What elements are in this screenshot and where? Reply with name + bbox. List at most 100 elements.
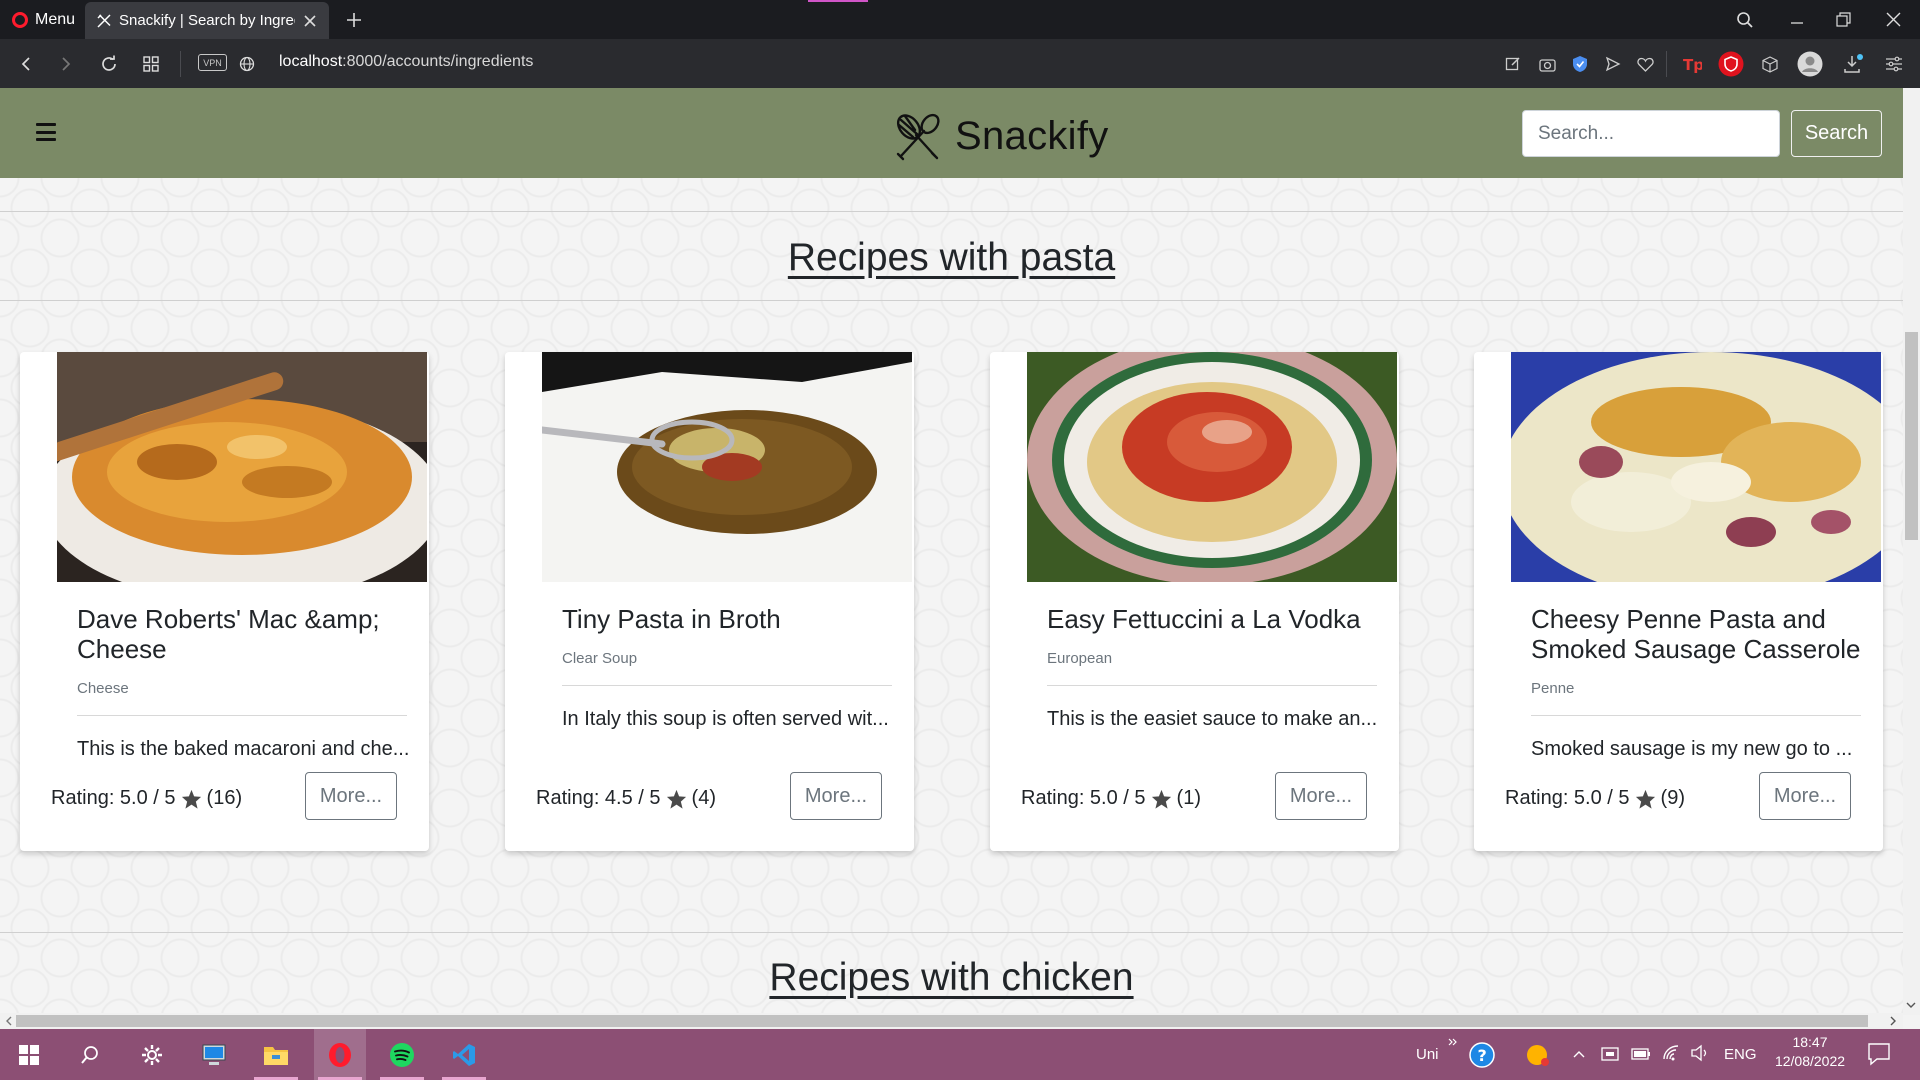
- recipe-title[interactable]: Tiny Pasta in Broth: [562, 604, 897, 634]
- browser-tab-bar: Menu Snackify | Search by Ingredients: [0, 0, 1920, 39]
- card-divider: [77, 715, 407, 716]
- recipe-title[interactable]: Easy Fettuccini a La Vodka: [1047, 604, 1382, 634]
- easy-setup-icon[interactable]: [1881, 51, 1907, 77]
- rating-text: Rating: 5.0 / 5: [1021, 787, 1146, 809]
- translate-tp-icon[interactable]: Tp: [1679, 51, 1705, 77]
- windows-start-icon[interactable]: [3, 1029, 55, 1080]
- browser-tab-active[interactable]: Snackify | Search by Ingredients: [85, 2, 330, 39]
- snackify-favicon-icon: [95, 12, 113, 30]
- recipe-tag: Penne: [1531, 680, 1575, 697]
- back-arrow-icon[interactable]: [12, 39, 40, 88]
- tab-close-icon[interactable]: [301, 12, 319, 30]
- rating-count: (4): [691, 787, 716, 809]
- scroll-down-arrow-icon[interactable]: [1906, 1000, 1916, 1010]
- download-icon[interactable]: [1840, 51, 1866, 77]
- url-path: :8000/accounts/ingredients: [342, 53, 534, 70]
- whisk-spoon-logo-icon: [896, 113, 940, 161]
- shield-check-icon[interactable]: [1567, 51, 1593, 77]
- tab-search-icon[interactable]: [1730, 0, 1760, 39]
- tray-overflow-chevron-icon[interactable]: [1572, 1047, 1586, 1061]
- recipe-card[interactable]: Dave Roberts' Mac &amp; Cheese Cheese Th…: [20, 352, 429, 851]
- section-title-pasta: Recipes with pasta: [787, 236, 1116, 279]
- vpn-badge-icon[interactable]: VPN: [198, 54, 227, 71]
- cube-extension-icon[interactable]: [1757, 51, 1783, 77]
- rating-text: Rating: 5.0 / 5: [1505, 787, 1630, 809]
- restore-icon[interactable]: [1820, 0, 1866, 39]
- url-host: localhost: [279, 53, 343, 70]
- recipe-image-pasta-broth[interactable]: [542, 352, 912, 582]
- site-info-globe-icon[interactable]: [236, 39, 258, 88]
- tab-loading-indicator: [808, 0, 868, 2]
- rating-text: Rating: 4.5 / 5: [536, 787, 661, 809]
- search-button[interactable]: Search: [1791, 110, 1882, 157]
- recipe-image-mac-cheese[interactable]: [57, 352, 427, 582]
- recipe-image-fettuccini-vodka[interactable]: [1027, 352, 1397, 582]
- opera-menu-button[interactable]: Menu: [0, 0, 85, 39]
- windows-taskbar: Uni ? ENG 18:47 12/08/2022: [0, 1029, 1920, 1080]
- scroll-left-arrow-icon[interactable]: [4, 1016, 14, 1026]
- recipe-title[interactable]: Dave Roberts' Mac &amp; Cheese: [77, 604, 412, 664]
- tab-title: Snackify | Search by Ingredients: [119, 12, 295, 29]
- device-tray-icon[interactable]: [1601, 1045, 1619, 1063]
- url-field[interactable]: localhost:8000/accounts/ingredients: [279, 53, 533, 71]
- recipe-card[interactable]: Tiny Pasta in Broth Clear Soup In Italy …: [505, 352, 914, 851]
- recipe-rating: Rating: 5.0 / 5 (16): [51, 787, 242, 810]
- browser-address-bar: VPN localhost:8000/accounts/ingredients …: [0, 39, 1920, 88]
- volume-icon[interactable]: [1690, 1044, 1710, 1062]
- more-button[interactable]: More...: [305, 772, 397, 820]
- new-tab-plus-icon[interactable]: [337, 3, 371, 37]
- profile-avatar-icon[interactable]: [1797, 51, 1823, 77]
- tray-label[interactable]: Uni: [1416, 1046, 1439, 1063]
- card-divider: [562, 685, 892, 686]
- double-chevron-icon[interactable]: [1448, 1037, 1458, 1047]
- snapshot-edit-icon[interactable]: [1500, 51, 1526, 77]
- notifications-icon[interactable]: [1867, 1042, 1891, 1066]
- clock[interactable]: 18:47 12/08/2022: [1768, 1034, 1852, 1069]
- minimize-icon[interactable]: [1774, 0, 1820, 39]
- adblock-shield-icon[interactable]: [1718, 51, 1744, 77]
- recipe-rating: Rating: 5.0 / 5 (1): [1021, 787, 1201, 810]
- horizontal-scrollbar-thumb[interactable]: [16, 1015, 1868, 1027]
- recipe-card[interactable]: Cheesy Penne Pasta and Smoked Sausage Ca…: [1474, 352, 1883, 851]
- site-navbar: Snackify Search: [0, 88, 1903, 178]
- tab-grid-icon[interactable]: [137, 39, 165, 88]
- opera-taskbar-icon[interactable]: [314, 1029, 366, 1080]
- vertical-scrollbar-thumb[interactable]: [1905, 332, 1918, 540]
- scroll-right-arrow-icon[interactable]: [1888, 1016, 1898, 1026]
- search-input[interactable]: [1522, 110, 1780, 157]
- heart-bookmark-icon[interactable]: [1632, 51, 1658, 77]
- brand-logo[interactable]: Snackify: [891, 110, 1109, 162]
- recipe-image-penne-sausage[interactable]: [1511, 352, 1881, 582]
- clock-time: 18:47: [1792, 1034, 1828, 1050]
- close-window-icon[interactable]: [1866, 0, 1920, 39]
- file-explorer-icon[interactable]: [250, 1029, 302, 1080]
- vscode-icon[interactable]: [438, 1029, 490, 1080]
- recipe-tag: Cheese: [77, 680, 129, 697]
- camera-icon[interactable]: [1534, 51, 1560, 77]
- vertical-scrollbar-track[interactable]: [1903, 88, 1920, 1015]
- menu-label: Menu: [35, 10, 76, 28]
- taskbar-search-icon[interactable]: [64, 1029, 116, 1080]
- recipe-description: In Italy this soup is often served wit..…: [562, 708, 889, 730]
- star-icon: [181, 789, 201, 809]
- recipe-title[interactable]: Cheesy Penne Pasta and Smoked Sausage Ca…: [1531, 604, 1866, 664]
- orange-app-tray-icon[interactable]: [1518, 1029, 1558, 1080]
- forward-arrow-icon[interactable]: [52, 39, 80, 88]
- recipe-card[interactable]: Easy Fettuccini a La Vodka European This…: [990, 352, 1399, 851]
- reload-icon[interactable]: [95, 39, 123, 88]
- spotify-icon[interactable]: [376, 1029, 428, 1080]
- settings-gear-icon[interactable]: [126, 1029, 178, 1080]
- more-button[interactable]: More...: [790, 772, 882, 820]
- opera-logo-icon: [12, 11, 28, 28]
- remote-desktop-icon[interactable]: [188, 1029, 240, 1080]
- wifi-icon[interactable]: [1662, 1044, 1682, 1062]
- section-divider: [0, 932, 1903, 933]
- hamburger-menu-icon[interactable]: [36, 123, 56, 141]
- send-arrow-icon[interactable]: [1600, 51, 1626, 77]
- toolbar-divider: [180, 51, 181, 77]
- language-indicator[interactable]: ENG: [1724, 1046, 1757, 1063]
- more-button[interactable]: More...: [1759, 772, 1851, 820]
- battery-icon[interactable]: [1631, 1047, 1651, 1061]
- help-icon[interactable]: ?: [1462, 1029, 1502, 1080]
- more-button[interactable]: More...: [1275, 772, 1367, 820]
